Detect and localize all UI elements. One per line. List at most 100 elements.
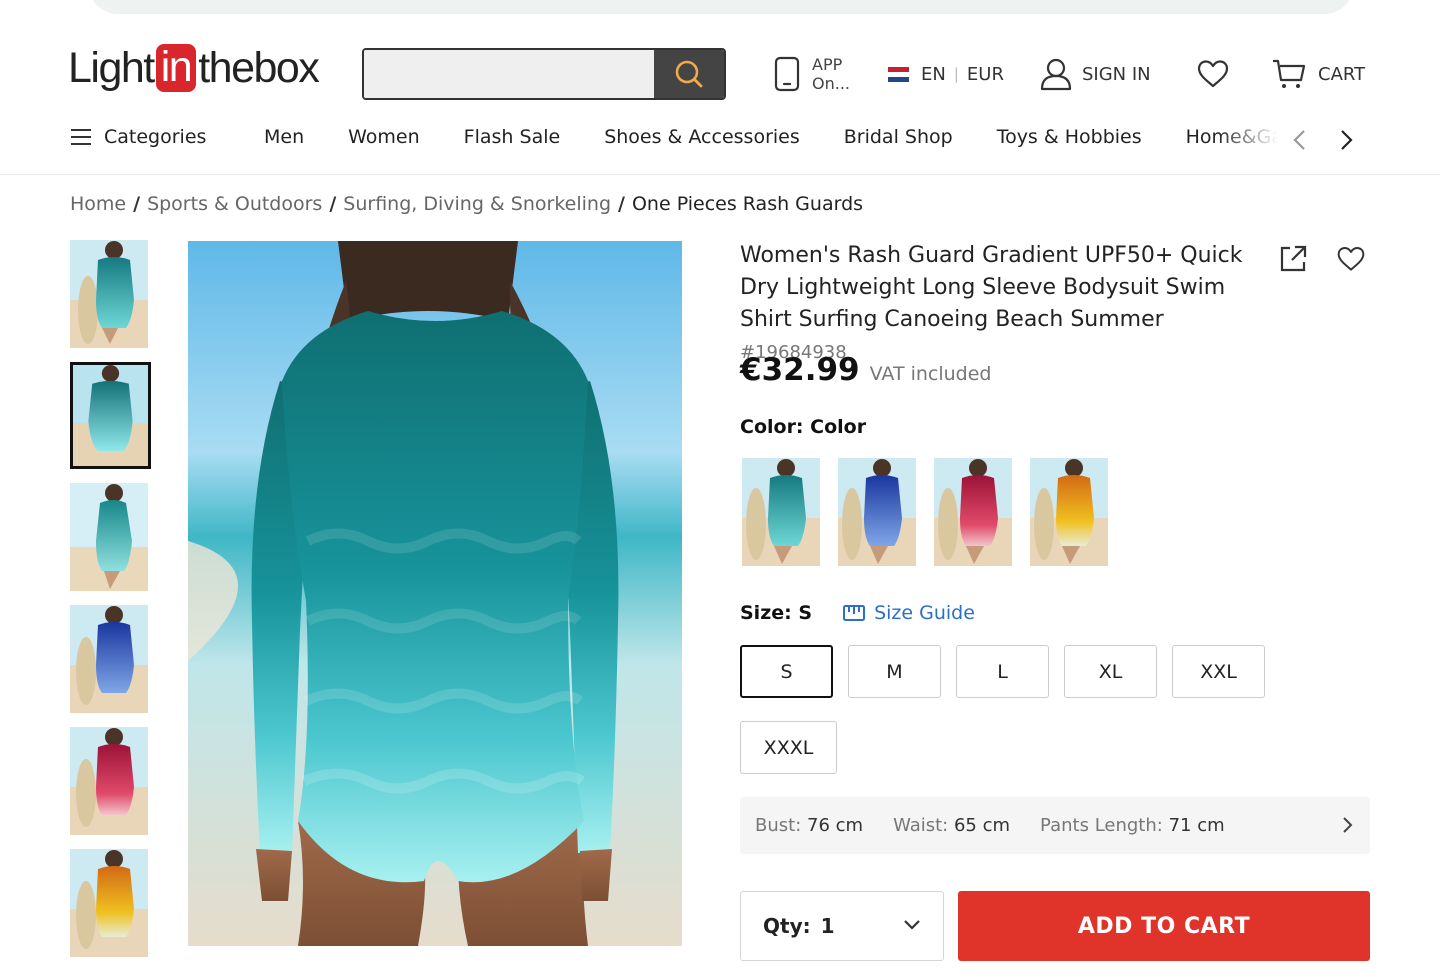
- size-option-xxxl[interactable]: XXXL: [740, 721, 837, 774]
- size-guide-label: Size Guide: [874, 602, 975, 624]
- size-guide-link[interactable]: Size Guide: [842, 602, 975, 624]
- size-option-xxl[interactable]: XXL: [1172, 645, 1265, 698]
- nav-scroll-right-button[interactable]: [1336, 128, 1356, 156]
- cart-label: CART: [1318, 63, 1366, 85]
- size-value: S: [798, 602, 813, 624]
- nav-item-shoes-accessories[interactable]: Shoes & Accessories: [604, 126, 800, 148]
- thumbnail-orange-front[interactable]: [70, 849, 148, 957]
- heart-icon: [1337, 247, 1365, 271]
- vat-note: VAT included: [869, 363, 992, 385]
- nav-item-flash-sale[interactable]: Flash Sale: [464, 126, 561, 148]
- measurement-value: 71 cm: [1168, 815, 1225, 836]
- measurement-value: 65 cm: [953, 815, 1011, 836]
- share-button[interactable]: [1278, 244, 1308, 278]
- size-measurements[interactable]: Bust: 76 cm Waist: 65 cm Pants Length: 7…: [740, 797, 1370, 854]
- user-icon: [1040, 58, 1072, 91]
- breadcrumb-sports-outdoors[interactable]: Sports & Outdoors: [147, 193, 322, 215]
- breadcrumb-current: One Pieces Rash Guards: [631, 193, 864, 215]
- sign-in-label: SIGN IN: [1082, 63, 1151, 85]
- color-swatches: [742, 458, 1108, 566]
- breadcrumb: Home / Sports & Outdoors / Surfing, Divi…: [70, 193, 863, 215]
- color-swatch-orange[interactable]: [1030, 458, 1108, 566]
- mobile-phone-icon: [774, 56, 800, 92]
- nav-item-toys-hobbies[interactable]: Toys & Hobbies: [997, 126, 1142, 148]
- thumbnail-teal-front[interactable]: [70, 240, 148, 348]
- breadcrumb-separator: /: [329, 193, 337, 215]
- quantity-label: Qty:: [763, 914, 811, 938]
- price-row: €32.99 VAT included: [740, 352, 992, 388]
- category-nav: Categories Men Women Flash Sale Shoes & …: [0, 118, 1440, 175]
- measurement-label: Pants Length:: [1040, 815, 1163, 836]
- app-label: APP: [812, 55, 843, 74]
- divider: |: [953, 65, 959, 83]
- measurement-pants-length: Pants Length: 71 cm: [1040, 815, 1225, 836]
- shopping-cart-icon: [1273, 59, 1306, 88]
- nav-scroll-left-button[interactable]: [1290, 128, 1310, 156]
- netherlands-flag-icon: [888, 66, 909, 82]
- color-swatch-teal[interactable]: [742, 458, 820, 566]
- search-bar: [362, 48, 726, 100]
- hamburger-menu-icon: [71, 129, 91, 145]
- size-options: S M L XL XXL XXXL: [740, 645, 1280, 774]
- logo-text-in: in: [155, 44, 197, 92]
- nav-item-women[interactable]: Women: [348, 126, 420, 148]
- breadcrumb-home[interactable]: Home: [70, 193, 126, 215]
- size-option-l[interactable]: L: [956, 645, 1049, 698]
- categories-label: Categories: [104, 126, 207, 148]
- product-title: Women's Rash Guard Gradient UPF50+ Quick…: [740, 240, 1260, 369]
- nav-item-bridal-shop[interactable]: Bridal Shop: [844, 126, 953, 148]
- color-swatch-red[interactable]: [934, 458, 1012, 566]
- color-value: Color: [810, 416, 867, 438]
- chevron-left-icon: [1293, 130, 1305, 150]
- nav-item-home-garden[interactable]: Home&Garden: [1186, 126, 1278, 148]
- nav-items: Men Women Flash Sale Shoes & Accessories…: [264, 126, 1278, 148]
- main-product-image[interactable]: [188, 241, 682, 946]
- product-price: €32.99: [740, 352, 860, 388]
- thumbnail-teal-side[interactable]: [70, 483, 148, 591]
- breadcrumb-separator: /: [618, 193, 625, 215]
- thumbnail-teal-back[interactable]: [70, 362, 151, 469]
- cart-link[interactable]: CART: [1272, 46, 1365, 102]
- categories-menu-button[interactable]: Categories: [70, 126, 206, 148]
- measurement-value: 76 cm: [807, 815, 864, 836]
- size-option-s[interactable]: S: [740, 645, 833, 698]
- breadcrumb-surfing-diving[interactable]: Surfing, Diving & Snorkeling: [343, 193, 611, 215]
- currency-label: EUR: [966, 63, 1004, 85]
- share-icon: [1280, 245, 1307, 272]
- chevron-right-icon: [1343, 817, 1353, 833]
- color-label: Color: Color: [740, 416, 866, 438]
- nav-item-men[interactable]: Men: [264, 126, 304, 148]
- size-option-xl[interactable]: XL: [1064, 645, 1157, 698]
- language-label: EN: [921, 63, 946, 85]
- quantity-value: 1: [820, 914, 835, 938]
- heart-icon: [1197, 60, 1229, 88]
- breadcrumb-separator: /: [133, 193, 141, 215]
- thumbnail-gallery: [70, 240, 152, 971]
- site-logo[interactable]: Light in thebox: [68, 42, 320, 94]
- search-icon: [675, 60, 703, 88]
- size-label: Size: S Size Guide: [740, 602, 975, 624]
- measurement-label: Bust:: [755, 815, 802, 836]
- thumbnail-red-front[interactable]: [70, 727, 148, 835]
- language-currency-selector[interactable]: EN | EUR: [888, 46, 1004, 102]
- measurement-label: Waist:: [893, 815, 949, 836]
- logo-text-left: Light: [68, 43, 155, 92]
- add-to-cart-button[interactable]: ADD TO CART: [958, 891, 1370, 961]
- search-input[interactable]: [364, 50, 654, 98]
- quantity-selector[interactable]: Qty: 1: [740, 891, 944, 961]
- color-swatch-blue[interactable]: [838, 458, 916, 566]
- ruler-icon: [843, 605, 866, 621]
- measurement-bust: Bust: 76 cm: [755, 815, 863, 836]
- size-label-text: Size:: [740, 602, 792, 624]
- color-label-text: Color:: [740, 416, 804, 438]
- sign-in-link[interactable]: SIGN IN: [1040, 46, 1151, 102]
- measurement-waist: Waist: 65 cm: [893, 815, 1010, 836]
- top-banner-pill: [88, 0, 1354, 14]
- wishlist-link[interactable]: [1196, 46, 1230, 102]
- chevron-right-icon: [1341, 130, 1353, 150]
- app-download-link[interactable]: APP On...: [774, 46, 850, 102]
- size-option-m[interactable]: M: [848, 645, 941, 698]
- search-button[interactable]: [654, 50, 724, 98]
- add-to-wishlist-button[interactable]: [1336, 245, 1366, 277]
- thumbnail-blue-front[interactable]: [70, 605, 148, 713]
